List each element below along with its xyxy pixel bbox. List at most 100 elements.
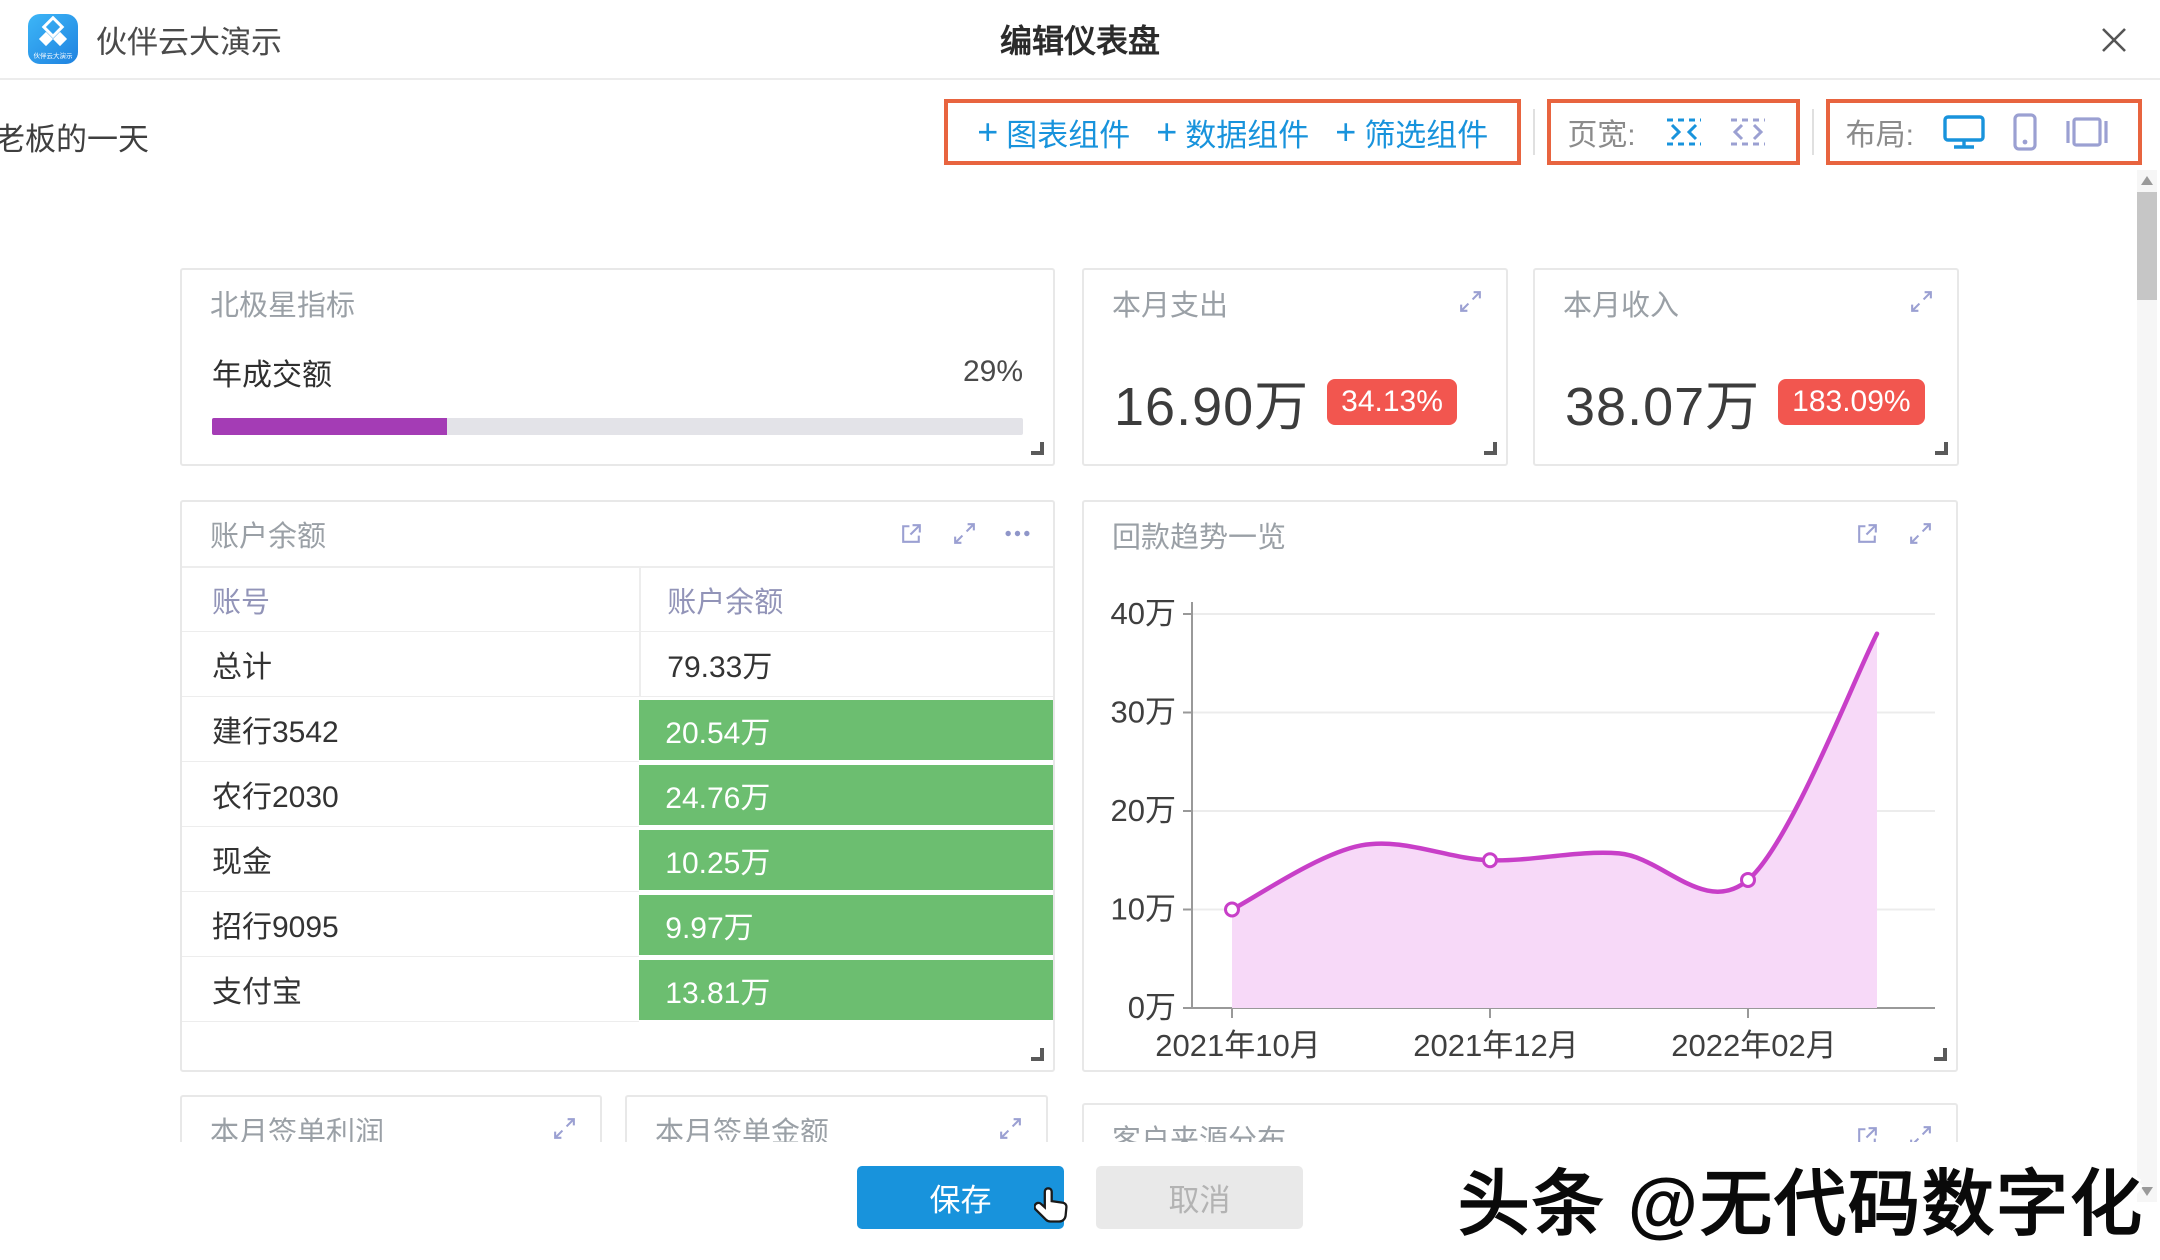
balance-cell: 10.25万 — [639, 827, 1053, 892]
svg-text:20万: 20万 — [1111, 793, 1176, 828]
fullscreen-icon[interactable] — [997, 1115, 1024, 1142]
card-month-amount[interactable]: 本月签单金额 — [625, 1095, 1048, 1142]
account-table-body: 总计 79.33万 建行3542 20.54万 农行2030 24.76万 现金 10.25万… — [182, 632, 1053, 1022]
card-title: 北极星指标 — [210, 290, 356, 322]
page-width-label: 页宽: — [1567, 119, 1636, 152]
toolbar: 老板的一天 + 图表组件 + 数据组件 + 筛选组件 页宽: 布局: — [0, 82, 2160, 185]
save-button[interactable]: 保存 — [857, 1166, 1064, 1229]
add-chart-component-button[interactable]: + 图表组件 — [977, 110, 1130, 155]
table-header-row: 账号 账户余额 — [182, 568, 1053, 632]
full-width-icon[interactable] — [1728, 116, 1768, 148]
metric-value: 16.90万 — [1114, 377, 1310, 437]
table-row[interactable]: 农行2030 24.76万 — [182, 762, 1053, 827]
cancel-button[interactable]: 取消 — [1096, 1166, 1303, 1229]
card-income[interactable]: 本月收入 38.07万 183.09% — [1533, 268, 1959, 466]
card-title: 客户来源分布 — [1112, 1125, 1287, 1142]
fullscreen-icon[interactable] — [951, 520, 978, 547]
fullscreen-icon[interactable] — [1907, 520, 1934, 547]
balance-cell: 79.33万 — [639, 632, 1053, 697]
card-title: 账户余额 — [210, 521, 327, 553]
account-cell: 农行2030 — [182, 762, 640, 827]
fullscreen-icon[interactable] — [551, 1115, 578, 1142]
app-header: 伙伴云大演示 伙伴云大演示 编辑仪表盘 — [0, 0, 2160, 80]
card-customer-source[interactable]: 客户来源分布 — [1082, 1103, 1958, 1142]
balance-cell: 13.81万 — [639, 957, 1053, 1022]
svg-text:0万: 0万 — [1128, 990, 1176, 1025]
dashboard-canvas: 北极星指标 年成交额 29% 本月支出 16.90万 34.13% 本月收入 3… — [0, 185, 2160, 1142]
north-star-progress-fill — [212, 418, 448, 435]
desktop-layout-icon[interactable] — [1942, 113, 1986, 151]
toolbar-divider — [1811, 109, 1814, 155]
open-in-new-icon[interactable] — [1854, 1123, 1881, 1142]
account-cell: 招行9095 — [182, 892, 640, 957]
hand-cursor-icon — [1034, 1187, 1068, 1223]
progress-bar — [212, 418, 1023, 435]
card-account-balance[interactable]: 账户余额 账号 账户余额 总计 79.33万 建行3542 20.54万 农行2030 2… — [180, 500, 1055, 1072]
table-row[interactable]: 建行3542 20.54万 — [182, 697, 1053, 762]
add-data-component-button[interactable]: + 数据组件 — [1156, 110, 1309, 155]
open-in-new-icon[interactable] — [898, 520, 925, 547]
account-cell: 支付宝 — [182, 957, 640, 1022]
logo-diamonds-icon: 伙伴云大演示 — [34, 16, 74, 60]
svg-text:伙伴云大演示: 伙伴云大演示 — [34, 51, 74, 60]
svg-text:40万: 40万 — [1111, 596, 1176, 631]
table-row[interactable]: 总计 79.33万 — [182, 632, 1053, 697]
balance-cell: 9.97万 — [639, 892, 1053, 957]
layout-group: 布局: — [1825, 99, 2142, 165]
svg-text:30万: 30万 — [1111, 695, 1176, 730]
svg-text:2021年12月: 2021年12月 — [1413, 1028, 1578, 1063]
tablet-layout-icon[interactable] — [2064, 113, 2110, 151]
resize-handle[interactable] — [1484, 442, 1497, 455]
more-options-icon[interactable] — [1004, 520, 1031, 547]
fullscreen-icon[interactable] — [1907, 1123, 1934, 1142]
card-trend-chart[interactable]: 回款趋势一览 0万 10万 20万 30万 40万 2021年10月 2021年12月 202… — [1082, 500, 1958, 1072]
resize-handle[interactable] — [1031, 1048, 1044, 1061]
trend-chart-svg: 0万 10万 20万 30万 40万 2021年10月 2021年12月 2022年02月 — [1111, 596, 1935, 1063]
app-logo: 伙伴云大演示 — [28, 14, 78, 64]
resize-handle[interactable] — [1031, 442, 1044, 455]
card-title: 本月签单金额 — [655, 1117, 830, 1142]
percent-badge: 183.09% — [1778, 378, 1925, 425]
card-title: 本月收入 — [1563, 290, 1680, 322]
metric-percent: 29% — [962, 355, 1023, 388]
fit-width-icon[interactable] — [1664, 116, 1704, 148]
table-row[interactable]: 现金 10.25万 — [182, 827, 1053, 892]
open-in-new-icon[interactable] — [1854, 520, 1881, 547]
card-north-star[interactable]: 北极星指标 年成交额 29% — [180, 268, 1055, 466]
percent-badge: 34.13% — [1327, 378, 1457, 425]
column-header-account[interactable]: 账号 — [182, 568, 640, 632]
resize-handle[interactable] — [1934, 1048, 1947, 1061]
plus-icon: + — [1335, 111, 1357, 152]
card-expense[interactable]: 本月支出 16.90万 34.13% — [1082, 268, 1508, 466]
fullscreen-icon[interactable] — [1908, 288, 1935, 315]
card-title: 本月签单利润 — [210, 1117, 385, 1142]
column-header-balance[interactable]: 账户余额 — [639, 568, 1053, 632]
plus-icon: + — [977, 111, 999, 152]
table-row[interactable]: 支付宝 13.81万 — [182, 957, 1053, 1022]
metric-label: 年成交额 — [212, 359, 332, 392]
dashboard-name: 老板的一天 — [0, 122, 149, 157]
component-buttons-group: + 图表组件 + 数据组件 + 筛选组件 — [944, 99, 1522, 165]
account-cell: 现金 — [182, 827, 640, 892]
watermark-text: 头条 @无代码数字化 — [1457, 1165, 2144, 1245]
app-name: 伙伴云大演示 — [96, 24, 282, 60]
fullscreen-icon[interactable] — [1457, 288, 1484, 315]
page-width-group: 页宽: — [1547, 99, 1800, 165]
add-filter-component-button[interactable]: + 筛选组件 — [1335, 110, 1488, 155]
table-row[interactable]: 招行9095 9.97万 — [182, 892, 1053, 957]
svg-text:10万: 10万 — [1111, 892, 1176, 927]
vertical-scrollbar[interactable] — [2137, 170, 2157, 1202]
svg-text:2022年02月: 2022年02月 — [1671, 1028, 1836, 1063]
scrollbar-thumb[interactable] — [2137, 192, 2157, 300]
toolbar-divider — [1533, 109, 1536, 155]
balance-cell: 24.76万 — [639, 762, 1053, 827]
card-month-profit[interactable]: 本月签单利润 — [180, 1095, 602, 1142]
plus-icon: + — [1156, 111, 1178, 152]
close-icon[interactable] — [2094, 20, 2134, 60]
resize-handle[interactable] — [1935, 442, 1948, 455]
modal-title: 编辑仪表盘 — [999, 23, 1161, 59]
phone-layout-icon[interactable] — [2010, 112, 2040, 152]
scroll-up-arrow-icon[interactable] — [2141, 176, 2153, 185]
card-title: 本月支出 — [1112, 290, 1229, 322]
card-title: 回款趋势一览 — [1112, 522, 1287, 554]
